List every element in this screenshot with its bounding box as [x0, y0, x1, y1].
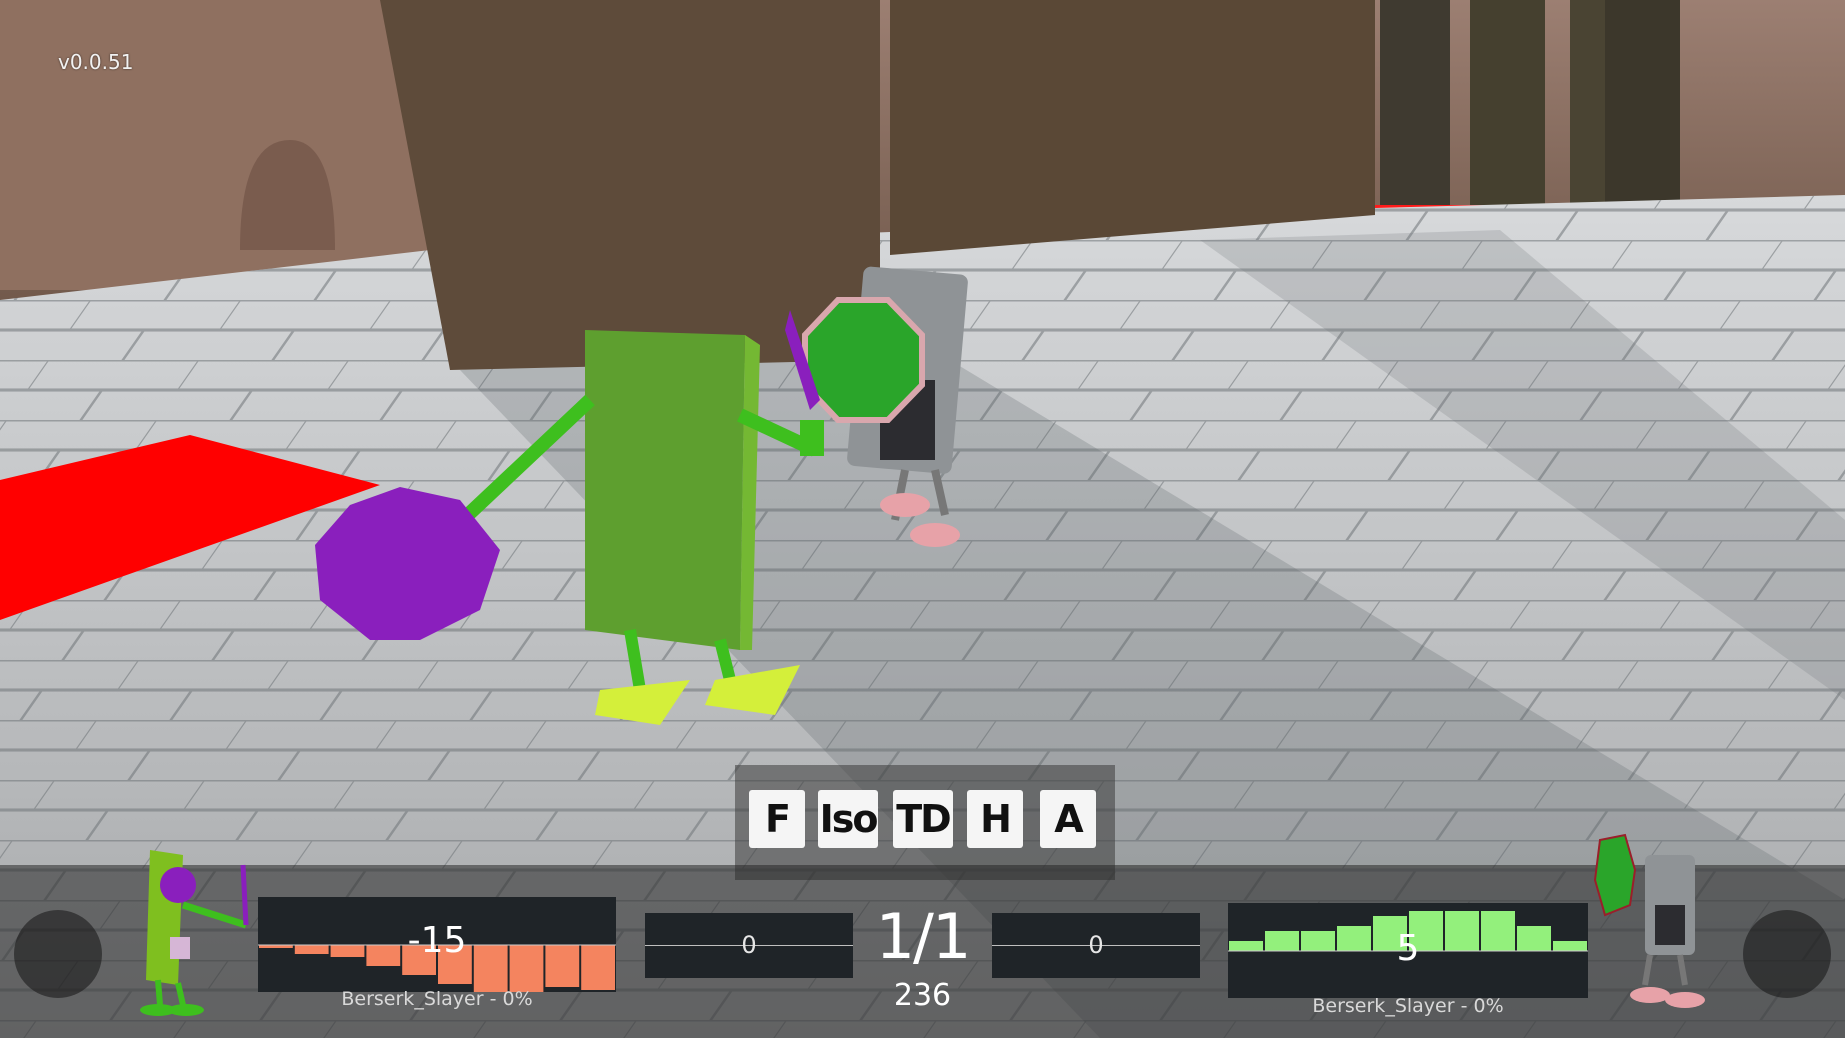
left-score-value: -15	[407, 920, 467, 961]
stone-pillars	[1350, 0, 1680, 220]
left-player-name: Berserk_Slayer - 0%	[341, 988, 533, 1010]
brown-box-right	[890, 0, 1375, 255]
left-player-portrait	[140, 850, 249, 1016]
match-timer: 236	[893, 978, 952, 1013]
right-score-value: 5	[1396, 928, 1420, 969]
version-label: v0.0.51	[58, 50, 134, 74]
camera-mode-a-button[interactable]: A	[1040, 790, 1096, 848]
right-mid-panel: 0	[992, 913, 1200, 978]
left-mid-value: 0	[741, 931, 757, 959]
brown-box-left	[380, 0, 880, 370]
camera-mode-f-button[interactable]: F	[749, 790, 805, 848]
right-player-portrait	[1593, 833, 1705, 1008]
left-joystick[interactable]	[14, 910, 102, 998]
right-player-name: Berserk_Slayer - 0%	[1312, 995, 1504, 1017]
camera-mode-iso-button[interactable]: Iso	[818, 790, 878, 848]
camera-mode-td-button[interactable]: TD	[893, 790, 953, 848]
right-joystick[interactable]	[1743, 910, 1831, 998]
right-mid-value: 0	[1088, 931, 1104, 959]
left-building	[0, 0, 430, 290]
left-mid-panel: 0	[645, 913, 853, 978]
camera-mode-h-button[interactable]: H	[967, 790, 1023, 848]
round-counter: 1/1	[875, 900, 972, 973]
